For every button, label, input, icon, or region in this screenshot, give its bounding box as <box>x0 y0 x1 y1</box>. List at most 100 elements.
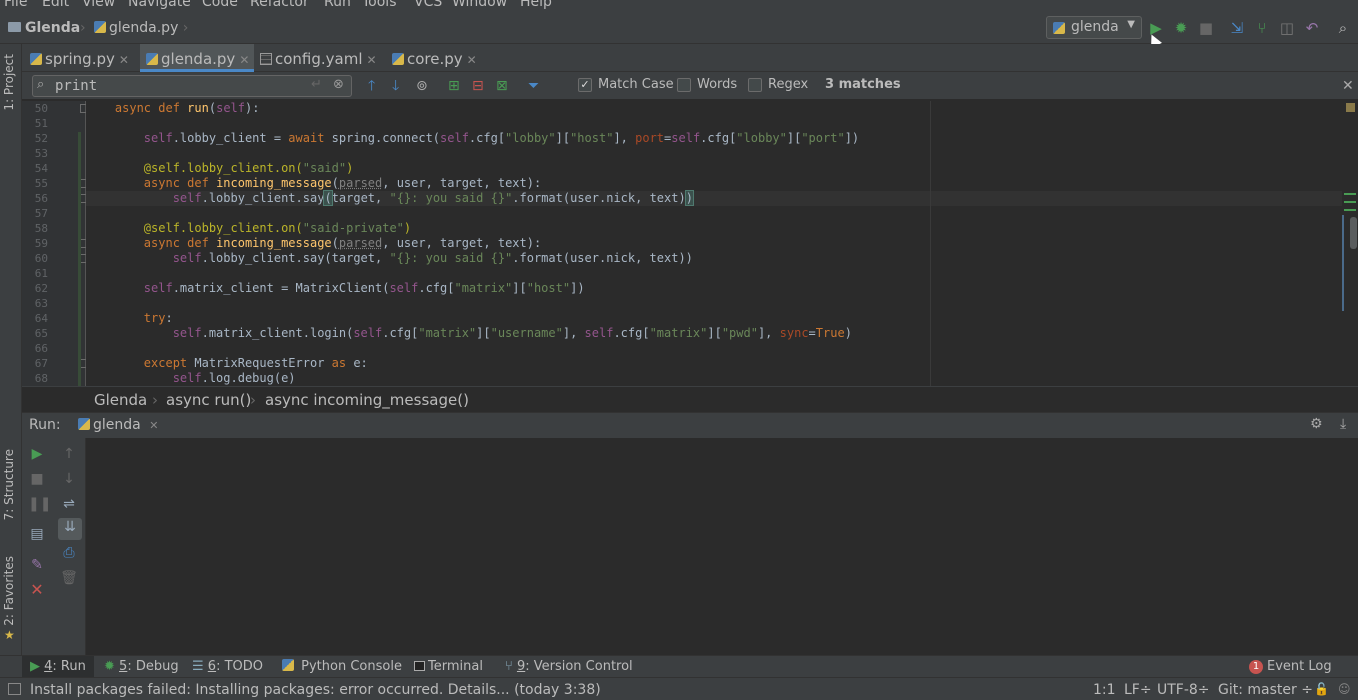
pause-icon[interactable]: ❚❚ <box>28 495 51 513</box>
gear-icon[interactable]: ⚙ <box>1310 416 1323 432</box>
close-icon[interactable]: ✕ <box>367 53 377 67</box>
stop-icon[interactable]: ■ <box>1197 19 1215 37</box>
tab-glenda-py[interactable]: glenda.py ✕ <box>140 44 254 72</box>
line-number: 59 <box>34 237 48 250</box>
menu-code[interactable]: Code <box>202 0 238 10</box>
stop-icon[interactable]: ■ <box>28 470 46 488</box>
run-console-output[interactable] <box>86 438 1358 655</box>
remove-selection-icon[interactable]: ⊟ <box>472 77 484 95</box>
close-icon[interactable]: ✕ <box>149 419 158 432</box>
run-tool-header: Run: glenda ✕ ⚙ ⤓ <box>22 412 1358 438</box>
vcs-update-icon[interactable]: ⇲ <box>1228 19 1246 37</box>
breadcrumb-method[interactable]: async run() <box>166 391 251 409</box>
filter-icon[interactable]: ⏷ <box>528 77 539 95</box>
tab-config-yaml[interactable]: config.yaml ✕ <box>260 44 386 72</box>
line-number: 50 <box>34 102 48 115</box>
event-log-badge: 1 <box>1249 660 1263 674</box>
match-case-checkbox[interactable]: ✓ <box>578 78 592 92</box>
rerun-icon[interactable]: ▶ <box>28 445 46 463</box>
search-field[interactable]: ⌕ ↵ ⊗ <box>32 75 352 97</box>
breadcrumb-function[interactable]: async incoming_message() <box>265 391 469 409</box>
lock-icon[interactable]: 🔓 <box>1314 682 1329 696</box>
event-log-tab[interactable]: 1 Event Log <box>1249 659 1332 674</box>
code-line: async def incoming_message(parsed, user,… <box>143 176 542 190</box>
menu-tools[interactable]: Tools <box>362 0 397 10</box>
close-icon[interactable]: ✕ <box>28 581 46 599</box>
search-input[interactable] <box>55 77 315 95</box>
caret-position[interactable]: 1:1 <box>1093 682 1116 698</box>
search-everywhere-icon[interactable]: ⌕ <box>1334 19 1352 37</box>
tool-tab-run[interactable]: ▶ 4: Run <box>22 656 94 677</box>
run-config-select[interactable]: glenda ▼ <box>1046 16 1142 39</box>
code-breadcrumbs: Glenda › async run() › async incoming_me… <box>22 386 1358 412</box>
menu-file[interactable]: File <box>4 0 27 10</box>
structure-tool-tab[interactable]: 7: Structure <box>2 449 16 520</box>
project-tool-tab[interactable]: 1: Project <box>2 54 16 111</box>
line-number: 63 <box>34 297 48 310</box>
tool-tab-version-control[interactable]: ⑂ 9: Version Control <box>505 659 633 674</box>
add-selection-icon[interactable]: ⊞ <box>448 77 460 95</box>
regex-checkbox[interactable] <box>748 78 762 92</box>
nav-file[interactable]: glenda.py › <box>94 20 188 36</box>
arrow-down-icon[interactable]: ↓ <box>60 470 78 488</box>
vcs-history-icon[interactable]: ◫ <box>1278 19 1296 37</box>
previous-occurrence-icon[interactable]: 🡑 <box>368 77 375 95</box>
toggle-tool-windows-icon[interactable] <box>8 683 21 695</box>
close-icon[interactable]: ✕ <box>119 53 129 67</box>
menu-window[interactable]: Window <box>452 0 507 10</box>
match-marker <box>1344 201 1356 203</box>
menu-help[interactable]: Help <box>520 0 552 10</box>
menu-navigate[interactable]: Navigate <box>128 0 191 10</box>
next-occurrence-icon[interactable]: 🡓 <box>392 77 399 95</box>
revert-icon[interactable]: ↶ <box>1303 19 1321 37</box>
line-number: 55 <box>34 177 48 190</box>
folder-icon <box>8 22 21 32</box>
run-icon: ▶ <box>30 659 45 674</box>
menu-edit[interactable]: Edit <box>42 0 69 10</box>
tool-tab-todo[interactable]: ☰ 6: TODO <box>192 659 263 674</box>
menu-run[interactable]: Run <box>324 0 351 10</box>
scrollbar-thumb[interactable] <box>1350 217 1357 249</box>
tool-tab-python-console[interactable]: Python Console <box>282 659 402 674</box>
inspector-icon[interactable]: ☺ <box>1338 682 1351 696</box>
menu-vcs[interactable]: VCS <box>414 0 442 10</box>
select-all-occurrences-icon[interactable]: ⊠ <box>496 77 508 95</box>
code-line: self.matrix_client.login(self.cfg["matri… <box>172 326 852 340</box>
menu-view[interactable]: View <box>82 0 115 10</box>
find-all-icon[interactable]: ⊚ <box>416 77 428 95</box>
hide-panel-icon[interactable]: ⤓ <box>1340 416 1346 432</box>
pin-icon[interactable]: ✎ <box>28 556 46 574</box>
menu-refactor[interactable]: Refactor <box>250 0 309 10</box>
tool-tab-terminal[interactable]: Terminal <box>414 659 483 674</box>
close-icon[interactable]: ✕ <box>467 53 477 67</box>
file-encoding[interactable]: UTF-8÷ <box>1157 682 1210 698</box>
nav-project[interactable]: Glenda <box>8 20 80 36</box>
editor-gutter: 50 51 52 53 54 55 56 57 58 59 60 61 62 6… <box>22 101 89 386</box>
vcs-branch[interactable]: Git: master ÷ <box>1218 682 1313 698</box>
line-number: 51 <box>34 117 48 130</box>
scroll-to-end-icon[interactable]: ⇊ <box>58 518 82 540</box>
breadcrumb-class[interactable]: Glenda <box>94 391 147 409</box>
favorites-tool-tab[interactable]: 2: Favorites <box>2 556 16 626</box>
newline-icon[interactable]: ↵ <box>311 77 322 92</box>
debug-icon[interactable]: ✹ <box>1172 19 1190 37</box>
arrow-up-icon[interactable]: ↑ <box>60 445 78 463</box>
words-checkbox[interactable] <box>677 78 691 92</box>
clear-icon[interactable]: ⊗ <box>333 77 344 92</box>
status-message[interactable]: Install packages failed: Installing pack… <box>30 682 601 698</box>
soft-wrap-icon[interactable]: ⇌ <box>60 495 78 513</box>
vcs-commit-icon[interactable]: ⑂ <box>1253 19 1271 37</box>
code-editor[interactable]: async def run(self): self.lobby_client =… <box>86 101 1342 386</box>
trash-icon[interactable]: 🗑 <box>60 569 78 587</box>
line-separator[interactable]: LF÷ <box>1124 682 1152 698</box>
print-icon[interactable]: ⎙ <box>60 544 78 562</box>
close-icon[interactable]: ✕ <box>239 53 249 67</box>
close-icon[interactable]: ✕ <box>1342 77 1354 95</box>
tab-spring-py[interactable]: spring.py ✕ <box>30 44 140 72</box>
restore-layout-icon[interactable]: ▤ <box>28 525 46 543</box>
run-tab-glenda[interactable]: glenda ✕ <box>78 417 158 433</box>
error-stripe[interactable] <box>1342 101 1358 386</box>
line-number: 67 <box>34 357 48 370</box>
tool-tab-debug[interactable]: ✹ 5: Debug <box>104 659 179 674</box>
tab-core-py[interactable]: core.py ✕ <box>392 44 488 72</box>
